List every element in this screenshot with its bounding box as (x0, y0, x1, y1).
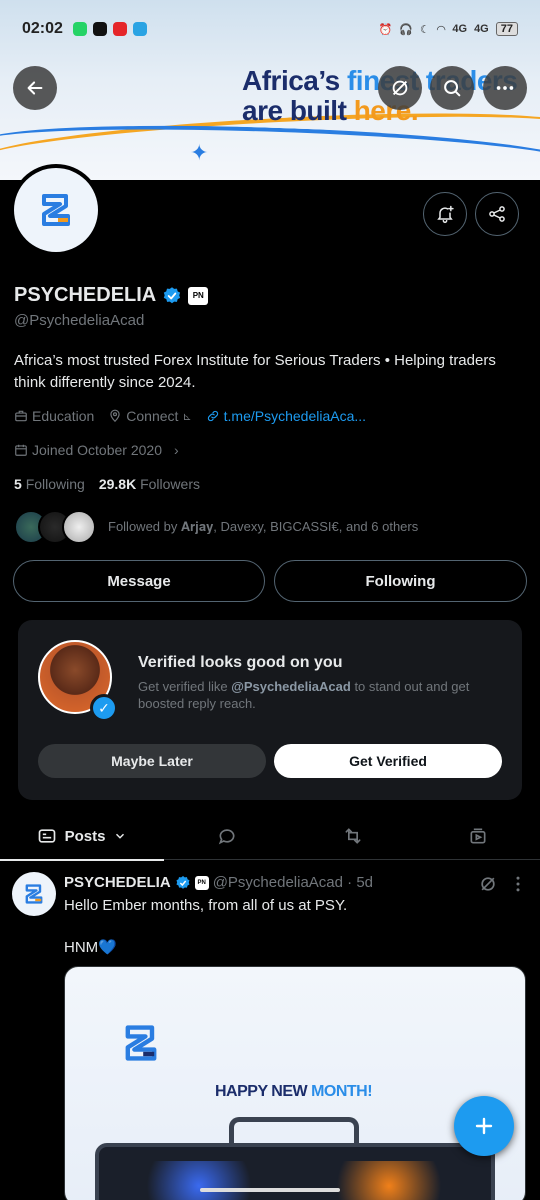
reply-icon (218, 829, 235, 845)
psychedelia-logo-icon (42, 194, 70, 226)
image-headline: HAPPY NEW MONTH! (215, 1083, 373, 1100)
alarm-icon: ⏰ (378, 23, 393, 36)
led-glow-orange (329, 1161, 449, 1200)
plus-icon (475, 1117, 493, 1135)
more-button[interactable] (483, 66, 527, 110)
grok-icon (392, 80, 408, 96)
connect-item[interactable]: Connect ⊾ (108, 408, 192, 424)
search-icon (444, 80, 461, 97)
profile-name-row: PSYCHEDELIA PN (14, 284, 209, 307)
location-icon (110, 409, 120, 423)
post-author-name[interactable]: PSYCHEDELIA (64, 874, 171, 891)
network-label: 4G (474, 23, 489, 35)
verify-promo-card: ✓ Verified looks good on you Get verifie… (18, 620, 522, 800)
verified-badge-icon[interactable] (162, 286, 182, 306)
tab-posts-label: Posts (64, 827, 106, 845)
headphones-icon: 🎧 (399, 23, 414, 36)
tab-media[interactable] (416, 812, 540, 860)
chevron-right-icon: › (173, 442, 179, 458)
joined-row[interactable]: Joined October 2020 › (14, 442, 179, 458)
avatar (62, 510, 96, 544)
chevron-down-icon (116, 833, 125, 839)
notifications-button[interactable] (423, 192, 467, 236)
profile-handle: @PsychedeliaAcad (14, 312, 145, 329)
post-more-icon[interactable] (510, 874, 526, 894)
following-button[interactable]: Following (274, 560, 527, 602)
verify-card-title: Verified looks good on you (138, 654, 343, 671)
more-icon (496, 86, 514, 90)
verified-badge-icon (176, 875, 190, 889)
whatsapp-icon (72, 22, 87, 36)
wifi-icon: ◠ (436, 23, 446, 36)
status-time: 02:02 (22, 20, 63, 37)
briefcase-icon (15, 410, 27, 422)
profile-meta: Education Connect ⊾ t.me/PsychedeliaAca.… (14, 408, 366, 424)
post-text: HNM💙 (64, 939, 117, 956)
search-button[interactable] (430, 66, 474, 110)
link-icon (207, 410, 218, 422)
profile-bio: Africa’s most trusted Forex Institute fo… (14, 352, 496, 391)
follow-counts: 5 Following 29.8K Followers (14, 476, 200, 492)
followers-count-link[interactable]: 29.8K Followers (99, 476, 200, 492)
profile-tabs: Posts (0, 812, 540, 861)
home-indicator[interactable] (200, 1188, 340, 1192)
network-label: 4G (452, 23, 468, 35)
followed-by-text: Followed by 𝐀𝐫𝐣𝐚𝐲, Davexy, BIGCASSI€, an… (108, 519, 419, 534)
joined-item: Joined October 2020 › (14, 442, 179, 458)
calendar-icon (15, 444, 27, 456)
led-glow-blue (139, 1161, 259, 1200)
tab-reposts[interactable] (290, 812, 416, 860)
battery-icon: 77 (495, 22, 518, 36)
media-icon (470, 828, 486, 844)
verify-card-description: Get verified like @PsychedeliaAcad to st… (138, 679, 470, 711)
affiliate-badge[interactable]: PN (188, 286, 209, 305)
x-app-icon (92, 22, 107, 36)
banner-spark-icon: ✦ (190, 140, 209, 165)
posts-icon (38, 829, 55, 843)
back-button[interactable] (13, 66, 57, 110)
psychedelia-logo-icon (25, 884, 43, 904)
repost-icon (345, 828, 361, 844)
moon-icon: ☾ (420, 23, 430, 36)
grok-button[interactable] (378, 66, 422, 110)
verified-check-icon: ✓ (90, 694, 118, 722)
share-icon (489, 206, 505, 222)
arrow-left-icon (27, 81, 43, 95)
post-avatar[interactable] (12, 872, 56, 916)
tab-replies[interactable] (164, 812, 290, 860)
bell-plus-icon (437, 205, 454, 224)
post-text: Hello Ember months, from all of us at PS… (64, 897, 348, 914)
profile-name: PSYCHEDELIA (14, 284, 157, 306)
connect-glyph: ⊾ (182, 410, 192, 423)
following-count-link[interactable]: 5 Following (14, 476, 85, 492)
post-header: PSYCHEDELIA PN @PsychedeliaAcad · 5d (64, 874, 373, 891)
psychedelia-logo-icon (125, 1025, 157, 1061)
status-bar: 02:02 ⏰ 🎧 ☾ ◠ 4G 4G 77 (0, 0, 540, 58)
category-item: Education (14, 408, 94, 424)
message-button[interactable]: Message (13, 560, 265, 602)
get-verified-button[interactable]: Get Verified (274, 744, 502, 778)
affiliate-badge: PN (194, 875, 209, 890)
post-handle-time: @PsychedeliaAcad · 5d (212, 874, 373, 891)
share-button[interactable] (475, 192, 519, 236)
profile-link[interactable]: t.me/PsychedeliaAca... (206, 408, 366, 424)
profile-avatar[interactable] (10, 164, 102, 256)
followed-by-row[interactable]: Followed by 𝐀𝐫𝐣𝐚𝐲, Davexy, BIGCASSI€, an… (14, 510, 418, 544)
active-tab-indicator (0, 859, 164, 861)
youtube-icon (112, 22, 127, 36)
telegram-icon (132, 22, 147, 36)
grok-icon[interactable] (478, 874, 498, 894)
compose-post-button[interactable] (454, 1096, 514, 1156)
maybe-later-button[interactable]: Maybe Later (38, 744, 266, 778)
followers-you-know-avatars (14, 510, 98, 544)
post-image[interactable]: HAPPY NEW MONTH! (64, 966, 526, 1200)
tab-posts[interactable]: Posts (0, 812, 164, 861)
